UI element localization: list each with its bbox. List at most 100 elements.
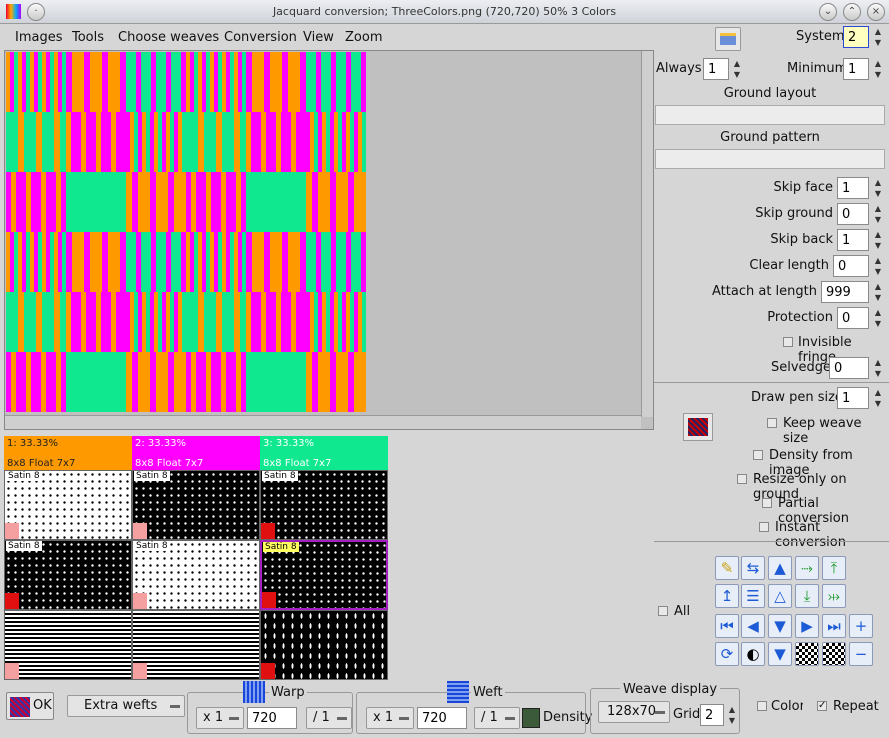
always-spinbox[interactable] [703, 58, 729, 80]
invisible-fringe-checkbox[interactable] [783, 337, 793, 347]
density-button[interactable]: Density [522, 706, 592, 730]
ground-pattern-field[interactable] [655, 149, 885, 169]
swap-icon[interactable]: ⇆ [741, 556, 765, 580]
weave-cell[interactable]: Satin 8 [4, 540, 132, 610]
invert-icon[interactable]: ◐ [741, 642, 765, 666]
field-spinbox[interactable] [837, 177, 869, 199]
warp-value[interactable] [247, 707, 297, 729]
diagonal-green-right-icon[interactable]: ⤑ [795, 556, 819, 580]
checker-red-icon[interactable] [795, 642, 819, 666]
weft-divider[interactable]: / 1 [474, 707, 520, 729]
fill-icon[interactable]: ☰ [741, 584, 765, 608]
minimize-button[interactable]: ⌄ [819, 3, 837, 21]
pattern-cell [66, 112, 126, 172]
first-icon[interactable]: ⏮ [715, 614, 739, 638]
grid-spinbox[interactable] [700, 704, 724, 726]
ground-layout-field[interactable] [655, 105, 885, 125]
menu-zoom[interactable]: Zoom [345, 30, 382, 45]
field-spinbox[interactable] [833, 255, 869, 277]
ok-button[interactable]: OK [6, 692, 54, 720]
field-spinbox[interactable] [821, 281, 869, 303]
draw-pen-spin-arrows[interactable]: ▲ ▼ [872, 387, 884, 411]
repeat-checkbox[interactable]: ✓ [817, 701, 827, 711]
weave-cell[interactable]: Satin 8 [4, 470, 132, 540]
weave-cell[interactable] [4, 610, 132, 680]
horizontal-scrollbar[interactable] [5, 415, 641, 429]
menu-tools[interactable]: Tools [72, 30, 104, 45]
keep-weave-checkbox[interactable] [767, 418, 777, 428]
close-button[interactable]: × [867, 3, 885, 21]
minimum-spin-arrows[interactable]: ▲ ▼ [872, 58, 884, 82]
import-up-icon[interactable]: ↥ [715, 584, 739, 608]
draw-pen-spinbox[interactable] [837, 387, 869, 409]
weave-cell[interactable]: Satin 8 [132, 540, 260, 610]
field-spinbox[interactable] [837, 203, 869, 225]
warp-multiplier[interactable]: x 1 [196, 707, 244, 729]
system-spinbox[interactable] [843, 26, 869, 48]
ok-grid-icon [10, 697, 30, 717]
weave-cell[interactable] [132, 610, 260, 680]
field-spin-arrows[interactable]: ▲ ▼ [872, 203, 884, 227]
weave-cell[interactable]: Satin 8 [260, 470, 388, 540]
weave-color-header[interactable]: 3: 33.33% 8x8 Float 7x7 [260, 436, 388, 470]
maximize-button[interactable]: ⌃ [843, 3, 861, 21]
pattern-cell [246, 112, 306, 172]
minimum-spinbox[interactable] [843, 58, 869, 80]
double-down-icon[interactable]: ▼ [768, 642, 792, 666]
plus-icon[interactable]: + [849, 614, 873, 638]
vertical-scrollbar[interactable] [641, 51, 653, 417]
pattern-image[interactable] [6, 52, 366, 412]
selvedge-spinbox[interactable] [829, 357, 869, 379]
resize-only-checkbox[interactable] [737, 474, 747, 484]
weave-color-header[interactable]: 2: 33.33% 8x8 Float 7x7 [132, 436, 260, 470]
system-spin-arrows[interactable]: ▲ ▼ [872, 26, 884, 50]
pattern-preview-button[interactable] [683, 413, 713, 441]
image-canvas[interactable] [4, 50, 654, 430]
menu-choose-weaves[interactable]: Choose weaves [118, 30, 219, 45]
pattern-cell [6, 172, 66, 232]
field-spin-arrows[interactable]: ▲ ▼ [872, 229, 884, 253]
arrow-up-icon[interactable]: △ [768, 584, 792, 608]
brush-tool-icon[interactable]: ✎ [715, 556, 739, 580]
minus-icon[interactable]: − [849, 642, 873, 666]
menu-images[interactable]: Images [15, 30, 63, 45]
extra-wefts-combo[interactable]: Extra wefts [67, 695, 185, 717]
field-spin-arrows[interactable]: ▲ ▼ [872, 281, 884, 305]
weft-value[interactable] [417, 707, 467, 729]
instant-conversion-checkbox[interactable] [759, 522, 769, 532]
field-spinbox[interactable] [837, 229, 869, 251]
weave-cell[interactable] [260, 610, 388, 680]
field-spinbox[interactable] [837, 307, 869, 329]
down-icon[interactable]: ▼ [768, 614, 792, 638]
grid-spin-arrows[interactable]: ▲ ▼ [726, 704, 738, 728]
weave-cell[interactable]: Satin 8 [260, 540, 388, 610]
diagonal-up-icon[interactable]: ⤔ [822, 584, 846, 608]
field-spin-arrows[interactable]: ▲ ▼ [872, 255, 884, 279]
last-icon[interactable]: ⏭ [822, 614, 846, 638]
right-icon[interactable]: ▶ [795, 614, 819, 638]
color-checkbox[interactable] [757, 701, 767, 711]
open-folder-button[interactable] [715, 27, 741, 51]
all-checkbox[interactable] [658, 606, 668, 616]
menu-view[interactable]: View [303, 30, 334, 45]
warp-divider[interactable]: / 1 [306, 707, 352, 729]
menu-conversion[interactable]: Conversion [224, 30, 297, 45]
diagonal-down-icon[interactable]: ⤓ [795, 584, 819, 608]
arrow-up-top-icon[interactable]: ▲ [768, 556, 792, 580]
weft-multiplier[interactable]: x 1 [366, 707, 414, 729]
field-spin-arrows[interactable]: ▲ ▼ [872, 307, 884, 331]
selvedge-spin-arrows[interactable]: ▲ ▼ [872, 357, 884, 381]
always-spin-arrows[interactable]: ▲ ▼ [731, 58, 743, 82]
field-spin-arrows[interactable]: ▲ ▼ [872, 177, 884, 201]
refresh-icon[interactable]: ⟳ [715, 642, 739, 666]
density-from-image-checkbox[interactable] [753, 450, 763, 460]
checker-green-icon[interactable] [822, 642, 846, 666]
weave-cell[interactable]: Satin 8 [132, 470, 260, 540]
weave-display-combo[interactable]: 128x70 [598, 701, 670, 723]
pattern-cell [6, 112, 66, 172]
diagonal-green-left-icon[interactable]: ⤒ [822, 556, 846, 580]
partial-conversion-checkbox[interactable] [762, 498, 772, 508]
pattern-cell [186, 352, 246, 412]
left-icon[interactable]: ◀ [741, 614, 765, 638]
weave-color-header[interactable]: 1: 33.33% 8x8 Float 7x7 [4, 436, 132, 470]
